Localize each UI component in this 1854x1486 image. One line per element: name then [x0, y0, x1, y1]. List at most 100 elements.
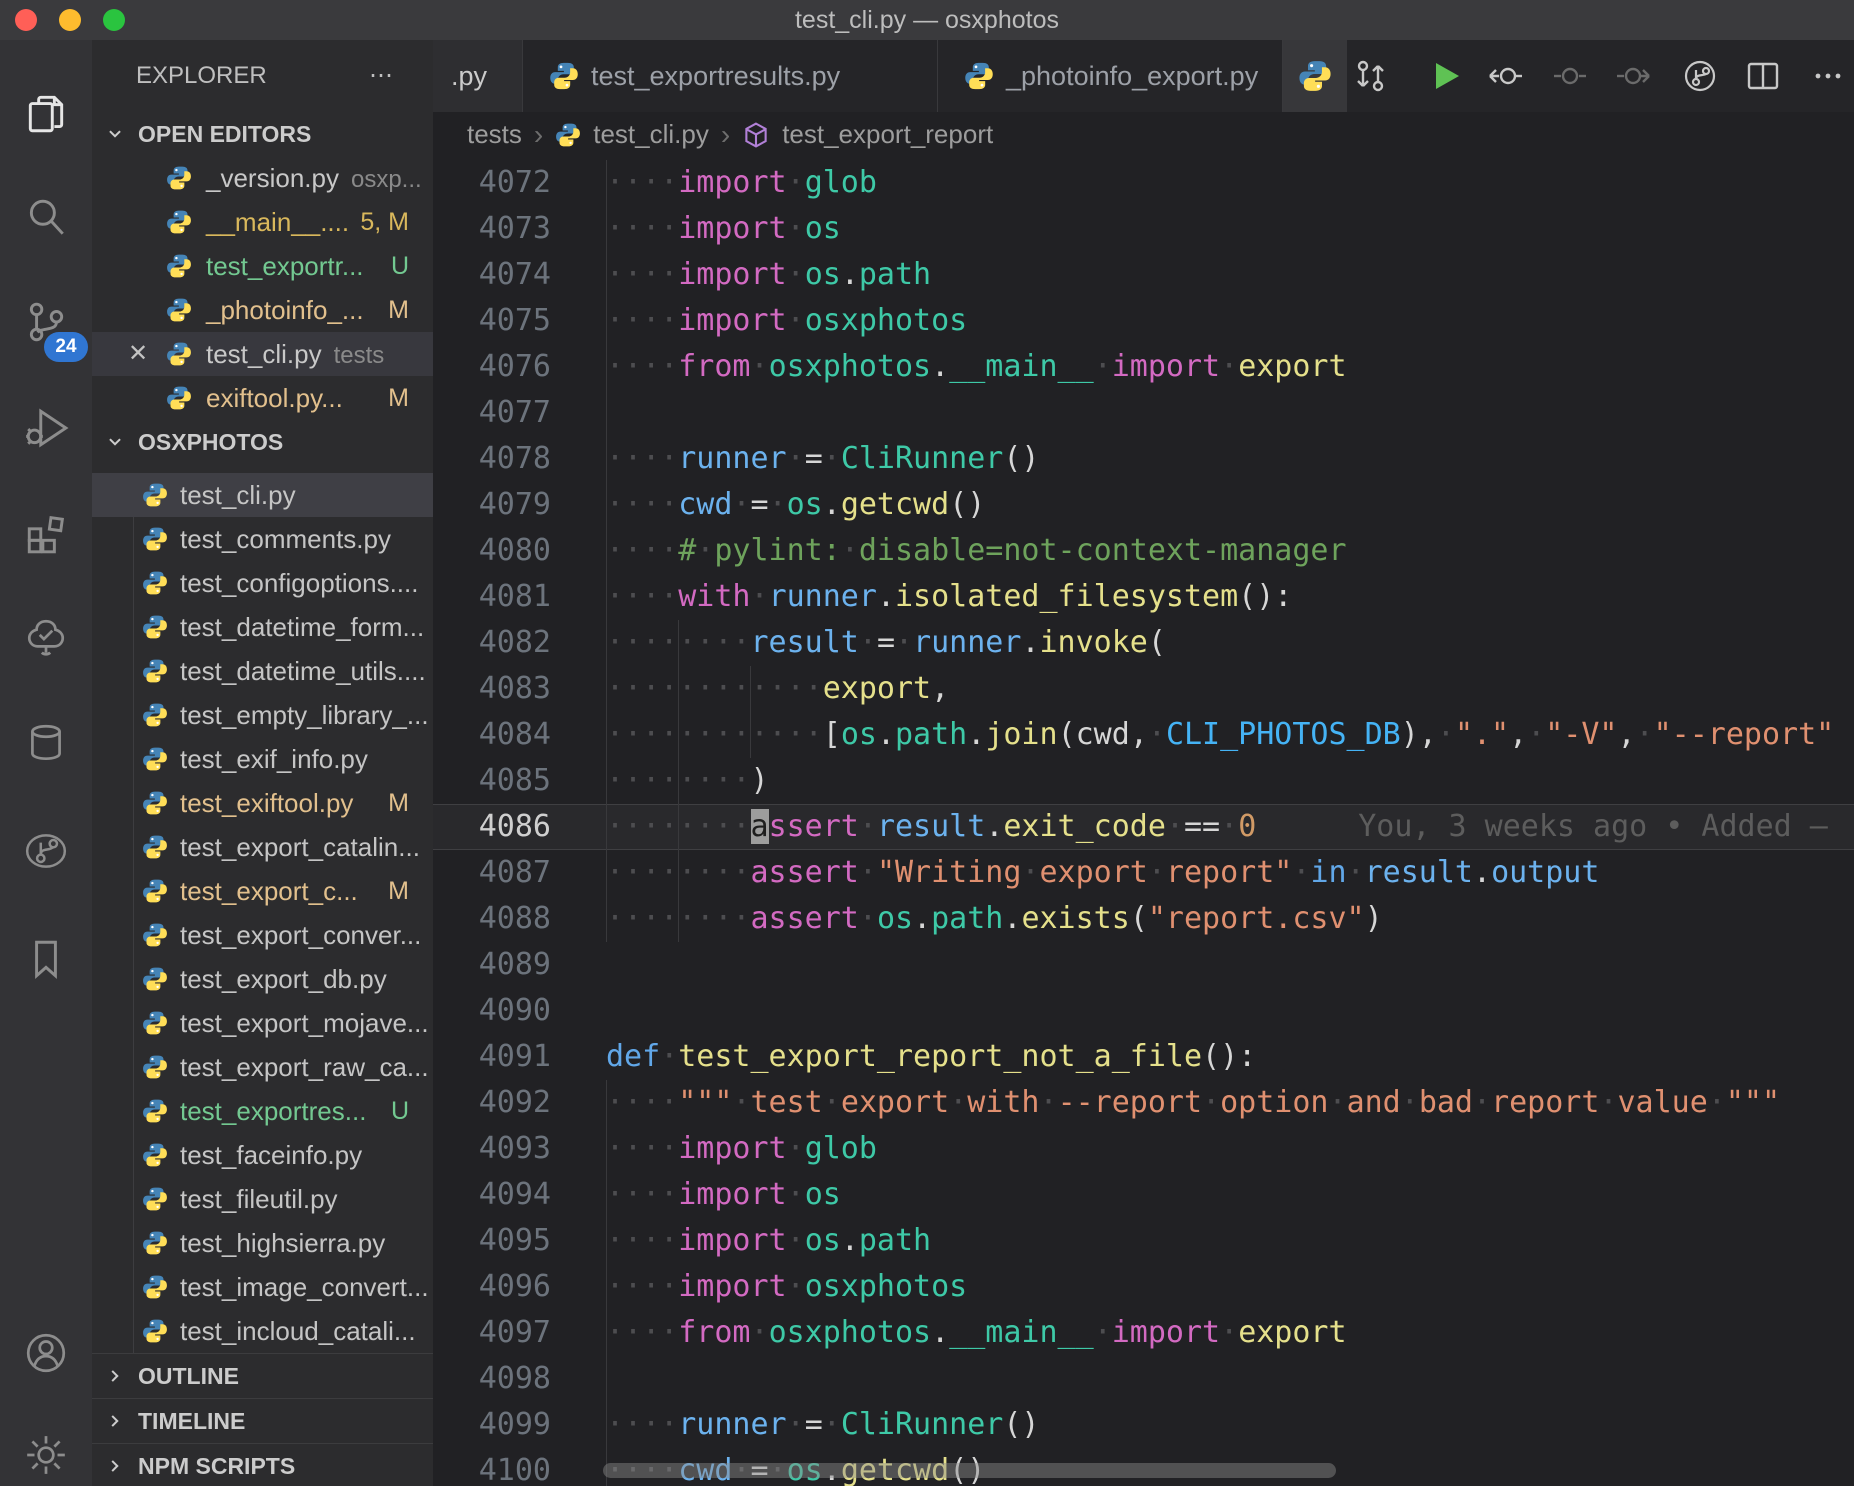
python-interpreter-button[interactable] — [1283, 40, 1347, 112]
code-line[interactable]: 4091def·test_export_report_not_a_file(): — [433, 1034, 1854, 1080]
account-icon[interactable] — [23, 1330, 69, 1376]
open-changes-icon[interactable] — [1352, 58, 1388, 94]
extensions-icon[interactable] — [23, 510, 69, 556]
line-content[interactable]: ········assert·"Writing·export·report"·i… — [606, 850, 1854, 896]
file-tree-item[interactable]: test_faceinfo.py — [92, 1133, 433, 1177]
file-tree-item[interactable]: test_export_conver... — [92, 913, 433, 957]
more-actions-icon[interactable] — [1810, 58, 1846, 94]
close-icon[interactable]: ✕ — [128, 332, 148, 376]
todo-tree-icon[interactable] — [23, 615, 69, 661]
code-line[interactable]: 4072····import·glob — [433, 160, 1854, 206]
code-line[interactable]: 4088········assert·os.path.exists("repor… — [433, 896, 1854, 942]
line-content[interactable]: ····import·os — [606, 1172, 1854, 1218]
breadcrumb-folder[interactable]: tests — [467, 119, 522, 150]
horizontal-scrollbar[interactable] — [603, 1463, 1336, 1478]
line-content[interactable]: ············[os.path.join(cwd,·CLI_PHOTO… — [606, 712, 1854, 758]
line-content[interactable]: ····"""·test·export·with·--report·option… — [606, 1080, 1854, 1126]
file-tree-item[interactable]: test_datetime_utils.... — [92, 649, 433, 693]
code-line[interactable]: 4079····cwd·=·os.getcwd() — [433, 482, 1854, 528]
outline-section-header[interactable]: OUTLINE — [92, 1353, 433, 1398]
line-content[interactable] — [606, 390, 1854, 436]
file-tree-item[interactable]: test_export_c...M — [92, 869, 433, 913]
code-line[interactable]: 4080····#·pylint:·disable=not-context-ma… — [433, 528, 1854, 574]
breadcrumb-symbol[interactable]: test_export_report — [782, 119, 993, 150]
file-tree-item[interactable]: test_export_mojave... — [92, 1001, 433, 1045]
open-editor-item[interactable]: exiftool.py...M — [92, 376, 433, 420]
line-content[interactable]: ········result·=·runner.invoke( — [606, 620, 1854, 666]
code-line[interactable]: 4077 — [433, 390, 1854, 436]
line-content[interactable] — [606, 942, 1854, 988]
file-tree-item[interactable]: test_comments.py — [92, 517, 433, 561]
line-content[interactable]: ····from·osxphotos.__main__·import·expor… — [606, 344, 1854, 390]
line-content[interactable]: ········) — [606, 758, 1854, 804]
file-tree-item[interactable]: test_exif_info.py — [92, 737, 433, 781]
code-line[interactable]: 4090 — [433, 988, 1854, 1034]
line-content[interactable]: ····#·pylint:·disable=not-context-manage… — [606, 528, 1854, 574]
file-tree-item[interactable]: test_export_db.py — [92, 957, 433, 1001]
file-tree-item[interactable]: test_highsierra.py — [92, 1221, 433, 1265]
file-tree-item[interactable]: test_export_raw_ca... — [92, 1045, 433, 1089]
code-line[interactable]: 4082········result·=·runner.invoke( — [433, 620, 1854, 666]
open-editors-section-header[interactable]: OPEN EDITORS — [92, 112, 433, 156]
file-tree-item[interactable]: test_exiftool.pyM — [92, 781, 433, 825]
explorer-more-actions-icon[interactable]: ⋯ — [369, 40, 393, 112]
code-line[interactable]: 4097····from·osxphotos.__main__·import·e… — [433, 1310, 1854, 1356]
code-line[interactable]: 4092····"""·test·export·with·--report·op… — [433, 1080, 1854, 1126]
breadcrumb-file[interactable]: test_cli.py — [593, 119, 709, 150]
line-content[interactable]: ····import·osxphotos — [606, 1264, 1854, 1310]
line-content[interactable]: ····from·osxphotos.__main__·import·expor… — [606, 1310, 1854, 1356]
gitlens-graph-icon[interactable] — [1682, 58, 1718, 94]
code-line[interactable]: 4087········assert·"Writing·export·repor… — [433, 850, 1854, 896]
open-editor-item[interactable]: ✕test_cli.pytests — [92, 332, 433, 376]
line-content[interactable]: ····import·glob — [606, 160, 1854, 206]
code-line[interactable]: 4078····runner·=·CliRunner() — [433, 436, 1854, 482]
code-line[interactable]: 4093····import·glob — [433, 1126, 1854, 1172]
line-content[interactable]: ····import·os — [606, 206, 1854, 252]
line-content[interactable]: def·test_export_report_not_a_file(): — [606, 1034, 1854, 1080]
open-editor-item[interactable]: __main__....5, M — [92, 200, 433, 244]
line-content[interactable]: ····import·glob — [606, 1126, 1854, 1172]
file-tree-item[interactable]: test_datetime_form... — [92, 605, 433, 649]
file-tree-item[interactable]: test_cli.py — [92, 473, 433, 517]
run-python-file-icon[interactable] — [1427, 58, 1463, 94]
code-line[interactable]: 4086········assert·result.exit_code·==·0… — [433, 804, 1854, 850]
project-section-header[interactable]: OSXPHOTOS — [92, 420, 433, 464]
search-icon[interactable] — [23, 195, 69, 241]
open-editor-item[interactable]: _photoinfo_...M — [92, 288, 433, 332]
settings-gear-icon[interactable] — [23, 1432, 69, 1478]
code-line[interactable]: 4094····import·os — [433, 1172, 1854, 1218]
gitlens-icon[interactable] — [23, 828, 69, 874]
file-tree-item[interactable]: test_empty_library_... — [92, 693, 433, 737]
code-line[interactable]: 4095····import·os.path — [433, 1218, 1854, 1264]
bookmarks-icon[interactable] — [23, 936, 69, 982]
code-line[interactable]: 4089 — [433, 942, 1854, 988]
code-line[interactable]: 4085········) — [433, 758, 1854, 804]
file-tree-item[interactable]: test_image_convert... — [92, 1265, 433, 1309]
tab-test_cli-partial[interactable]: .py — [433, 40, 523, 112]
code-area[interactable]: 4072····import·glob4073····import·os4074… — [433, 157, 1854, 1486]
line-content[interactable]: ····cwd·=·os.getcwd() — [606, 482, 1854, 528]
file-tree-item[interactable]: test_exportres...U — [92, 1089, 433, 1133]
code-line[interactable]: 4084············[os.path.join(cwd,·CLI_P… — [433, 712, 1854, 758]
file-tree-item[interactable]: test_configoptions.... — [92, 561, 433, 605]
tab-photoinfo_export[interactable]: _photoinfo_export.py — [938, 40, 1283, 112]
current-change-icon[interactable] — [1552, 58, 1588, 94]
code-line[interactable]: 4099····runner·=·CliRunner() — [433, 1402, 1854, 1448]
file-tree-item[interactable]: test_incloud_catali... — [92, 1309, 433, 1353]
line-content[interactable]: ····import·os.path — [606, 252, 1854, 298]
code-line[interactable]: 4096····import·osxphotos — [433, 1264, 1854, 1310]
line-content[interactable] — [606, 988, 1854, 1034]
split-editor-icon[interactable] — [1745, 58, 1781, 94]
line-content[interactable]: ············export, — [606, 666, 1854, 712]
explorer-icon[interactable] — [23, 90, 69, 136]
line-content[interactable]: ····import·os.path — [606, 1218, 1854, 1264]
line-content[interactable]: ····runner·=·CliRunner() — [606, 1402, 1854, 1448]
line-content[interactable]: ····with·runner.isolated_filesystem(): — [606, 574, 1854, 620]
code-line[interactable]: 4073····import·os — [433, 206, 1854, 252]
line-content[interactable]: ········assert·os.path.exists("report.cs… — [606, 896, 1854, 942]
npm-scripts-section-header[interactable]: NPM SCRIPTS — [92, 1443, 433, 1486]
line-content[interactable]: ····import·osxphotos — [606, 298, 1854, 344]
open-editor-item[interactable]: _version.pyosxp... — [92, 156, 433, 200]
file-tree-item[interactable]: test_export_catalin... — [92, 825, 433, 869]
code-line[interactable]: 4098 — [433, 1356, 1854, 1402]
